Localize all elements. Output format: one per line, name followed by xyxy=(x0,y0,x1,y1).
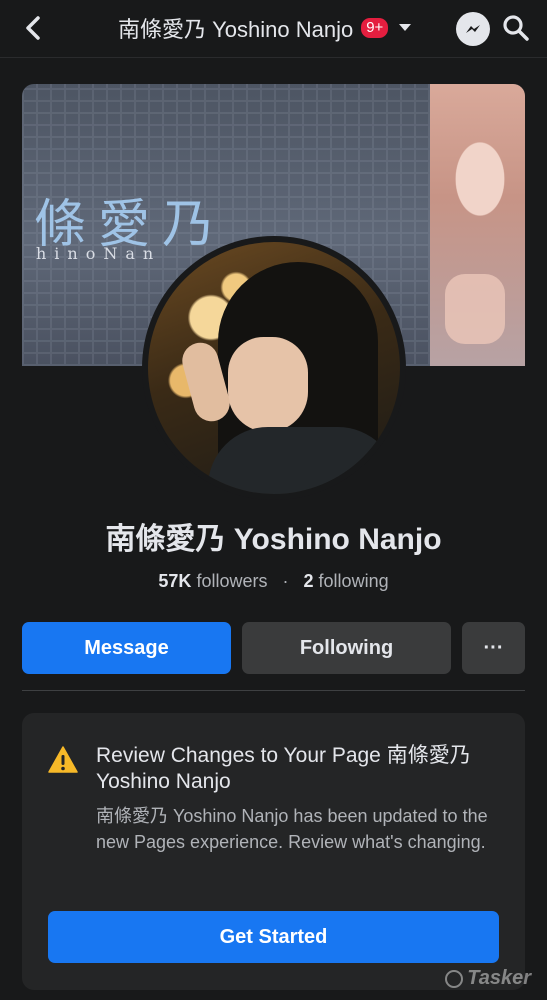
watermark-text: Tasker xyxy=(467,967,531,989)
warning-icon xyxy=(48,746,78,773)
page-title: 南條愛乃 Yoshino Nanjo xyxy=(118,17,354,42)
following-count[interactable]: 2 xyxy=(304,571,314,591)
back-button[interactable] xyxy=(18,12,48,44)
page-switcher[interactable]: 南條愛乃 Yoshino Nanjo 9+ xyxy=(118,12,414,44)
review-card-body: 南條愛乃 Yoshino Nanjo has been updated to t… xyxy=(96,806,488,852)
search-button[interactable] xyxy=(500,12,532,44)
followers-label[interactable]: followers xyxy=(196,571,267,591)
chevron-down-icon xyxy=(396,19,414,37)
messenger-icon xyxy=(466,25,480,33)
review-changes-card: Review Changes to Your Page 南條愛乃 Yoshino… xyxy=(22,713,525,990)
following-label[interactable]: following xyxy=(319,571,389,591)
review-card-title: Review Changes to Your Page 南條愛乃 Yoshino… xyxy=(96,744,471,793)
message-button[interactable]: Message xyxy=(22,622,231,674)
stats-separator: · xyxy=(282,571,289,591)
cover-sub-text: hinoNan xyxy=(36,244,162,263)
follow-stats: 57K followers · 2 following xyxy=(0,571,547,592)
profile-picture[interactable] xyxy=(142,236,406,500)
search-icon xyxy=(503,15,529,41)
following-button[interactable]: Following xyxy=(242,622,451,674)
notification-badge: 9+ xyxy=(361,18,389,38)
avatar-face xyxy=(228,337,308,432)
more-options-button[interactable]: ··· xyxy=(462,622,525,674)
back-arrow-icon xyxy=(26,16,40,40)
cover-hand xyxy=(445,274,505,344)
followers-count[interactable]: 57K xyxy=(158,571,191,591)
avatar-image xyxy=(148,242,400,494)
tasker-logo-icon xyxy=(445,969,464,988)
get-started-button[interactable]: Get Started xyxy=(48,911,499,963)
messenger-button[interactable] xyxy=(456,12,490,46)
section-divider xyxy=(22,690,525,691)
avatar-body xyxy=(208,427,398,494)
top-bar: 南條愛乃 Yoshino Nanjo 9+ xyxy=(0,0,547,58)
watermark: Tasker xyxy=(445,967,531,990)
profile-name: 南條愛乃 Yoshino Nanjo xyxy=(105,523,442,556)
